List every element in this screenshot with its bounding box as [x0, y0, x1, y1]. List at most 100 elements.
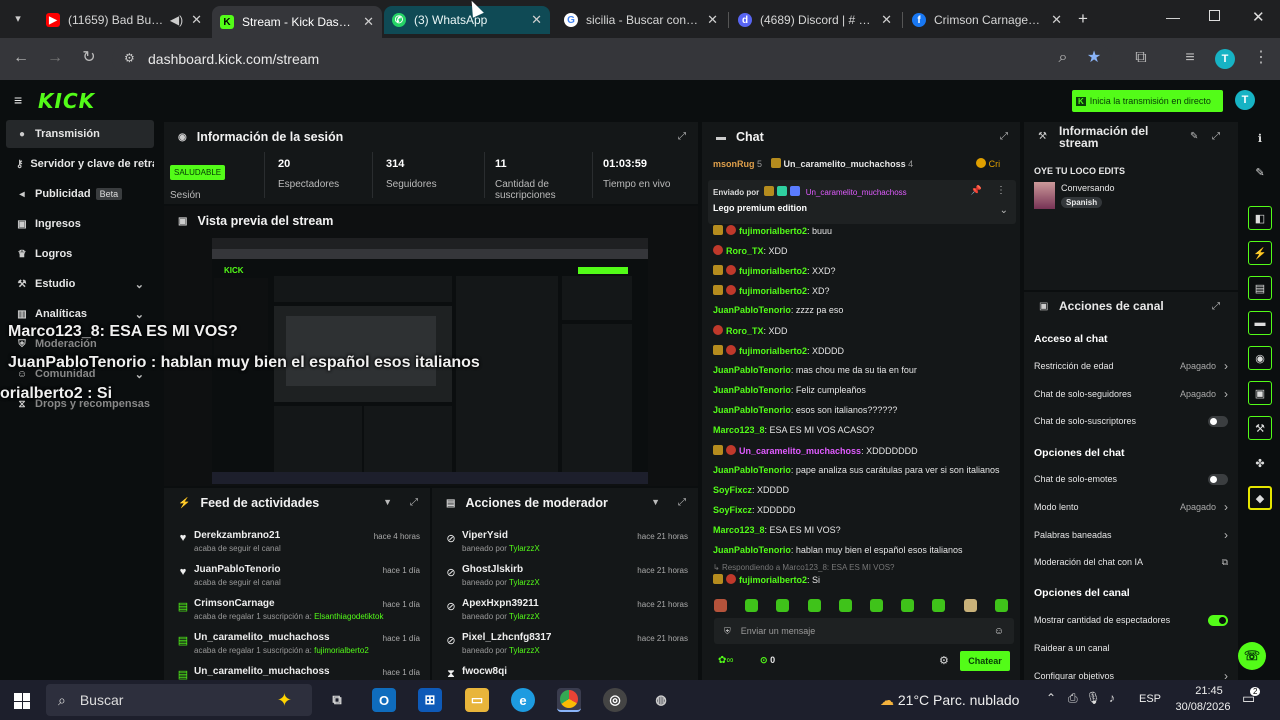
setting-row[interactable]: Mostrar cantidad de espectadores: [1034, 614, 1228, 626]
site-info-icon[interactable]: ⚙: [124, 51, 135, 65]
media-control-icon[interactable]: ≡: [1179, 48, 1201, 68]
hamburger-menu-icon[interactable]: ≡: [14, 92, 22, 108]
extensions-icon[interactable]: ⧉: [1130, 48, 1152, 68]
expand-icon[interactable]: ⤢: [1212, 301, 1220, 312]
emote-box-icon[interactable]: [838, 599, 852, 612]
diamond-icon[interactable]: ◆: [1248, 486, 1272, 510]
close-tab-icon[interactable]: ✕: [707, 12, 718, 28]
chat-username[interactable]: Un_caramelito_muchachoss: [739, 446, 861, 456]
expand-icon[interactable]: ⤢: [410, 497, 418, 508]
emote-cat-icon[interactable]: [714, 599, 727, 612]
sidebar-item-logros[interactable]: ♛ Logros: [6, 240, 154, 268]
setting-row[interactable]: Chat de solo-suscriptores: [1034, 415, 1228, 427]
list-icon[interactable]: ▤: [1248, 276, 1272, 300]
close-tab-icon[interactable]: ✕: [363, 14, 374, 30]
chat-username[interactable]: JuanPabloTenorio: [713, 545, 791, 555]
explorer-icon[interactable]: ▭: [465, 688, 489, 712]
obs-icon[interactable]: ◎: [603, 688, 627, 712]
close-tab-icon[interactable]: ✕: [881, 12, 892, 28]
setting-control[interactable]: Apagado ›: [1180, 387, 1228, 401]
info-icon[interactable]: ℹ: [1248, 126, 1272, 150]
close-window-button[interactable]: ✕: [1252, 8, 1265, 26]
edit-icon[interactable]: ✎: [1190, 131, 1198, 142]
emote-green-icon[interactable]: [776, 599, 790, 612]
windows-start-icon[interactable]: [14, 693, 30, 709]
go-live-button[interactable]: K Inicia la transmisión en directo: [1072, 90, 1223, 112]
pin-icon[interactable]: 📌: [971, 185, 982, 196]
chat-username[interactable]: JuanPabloTenorio: [713, 405, 791, 415]
bookmark-star-icon[interactable]: ★: [1083, 48, 1105, 68]
task-view-icon[interactable]: ⧉: [325, 688, 349, 712]
chat-username[interactable]: JuanPabloTenorio: [713, 365, 791, 375]
tab-youtube[interactable]: ▶ (11659) Bad Bunny ◀) ✕: [38, 6, 210, 34]
chrome-icon[interactable]: [557, 688, 581, 712]
emoji-icon[interactable]: ☺: [994, 626, 1004, 637]
reload-icon[interactable]: ↻: [78, 48, 100, 68]
chat-username[interactable]: fujimorialberto2: [739, 226, 807, 236]
wrench-icon[interactable]: ⚒: [1248, 416, 1272, 440]
sidebar-item-servidor[interactable]: ⚷Servidor y clave de retransmisión: [6, 150, 154, 178]
setting-row[interactable]: Chat de solo-seguidores Apagado ›: [1034, 387, 1228, 401]
edge-icon[interactable]: e: [511, 688, 535, 712]
setting-row[interactable]: Modo lento Apagado ›: [1034, 500, 1228, 514]
setting-row[interactable]: Raidear a un canal: [1034, 642, 1228, 654]
clock-time[interactable]: 21:45: [1183, 685, 1235, 697]
expand-icon[interactable]: ⤢: [1000, 131, 1008, 142]
chat-username[interactable]: Roro_TX: [726, 326, 764, 336]
tab-facebook[interactable]: f Crimson Carnage | Facebook ✕: [904, 6, 1070, 34]
send-chat-button[interactable]: Chatear: [960, 651, 1010, 671]
sidebar-item-publicidad[interactable]: ◂ Publicidad Beta: [6, 180, 154, 208]
chat-username[interactable]: fujimorialberto2: [739, 286, 807, 296]
chevron-down-icon[interactable]: ⌄: [1000, 205, 1008, 216]
forward-icon[interactable]: →: [44, 48, 66, 68]
emote-kick-icon[interactable]: [745, 599, 759, 612]
sidebar-item-transmision[interactable]: ● Transmisión: [6, 120, 154, 148]
toggle-switch[interactable]: [1208, 415, 1228, 427]
setting-control[interactable]: [1208, 473, 1228, 485]
setting-row[interactable]: Moderación del chat con IA ⧉: [1034, 556, 1228, 568]
chat-icon[interactable]: ▬: [1248, 311, 1272, 335]
tab-search-button[interactable]: ▾: [8, 9, 28, 29]
toggle-switch[interactable]: [1208, 614, 1228, 626]
pinned-message[interactable]: Enviado por Un_caramelito_muchachoss Leg…: [708, 180, 1016, 224]
bolt-icon[interactable]: ⚡: [1248, 241, 1272, 265]
setting-control[interactable]: Apagado ›: [1180, 500, 1228, 514]
chat-username[interactable]: SoyFixcz: [713, 505, 752, 515]
points-icon[interactable]: ✿∞: [718, 655, 734, 666]
chat-username[interactable]: JuanPabloTenorio: [713, 465, 791, 475]
session-widget-icon[interactable]: ◧: [1248, 206, 1272, 230]
filter-icon[interactable]: ▼: [383, 497, 392, 507]
kick-logo[interactable]: KICK: [38, 89, 95, 113]
chat-username[interactable]: fujimorialberto2: [739, 266, 807, 276]
emote-blob-icon[interactable]: [901, 599, 915, 612]
emote-face-icon[interactable]: [963, 599, 977, 612]
close-tab-icon[interactable]: ✕: [1051, 12, 1062, 28]
app-icon[interactable]: ◍: [649, 688, 673, 712]
clock-date[interactable]: 30/08/2026: [1165, 701, 1241, 713]
setting-control[interactable]: ›: [1224, 528, 1228, 542]
tab-whatsapp[interactable]: ✆ (3) WhatsApp ✕: [384, 6, 550, 34]
tray-icons[interactable]: ⎙🎙♪: [1068, 691, 1123, 706]
setting-row[interactable]: Restricción de edad Apagado ›: [1034, 359, 1228, 373]
notifications-icon[interactable]: ▭ 2: [1242, 687, 1261, 707]
profile-avatar[interactable]: T: [1215, 49, 1235, 69]
sidebar-item-ingresos[interactable]: ▣ Ingresos: [6, 210, 154, 238]
chat-username[interactable]: SoyFixcz: [713, 485, 752, 495]
tray-chevron-icon[interactable]: ⌃: [1046, 691, 1056, 705]
emote-leaf-icon[interactable]: [994, 599, 1008, 612]
chat-settings-icon[interactable]: ⚙: [939, 654, 949, 667]
support-icon[interactable]: ☏: [1238, 642, 1266, 670]
more-icon[interactable]: ⋮: [996, 185, 1006, 196]
setting-control[interactable]: Apagado ›: [1180, 359, 1228, 373]
video-icon[interactable]: ▣: [1248, 381, 1272, 405]
user-avatar[interactable]: T: [1235, 90, 1255, 110]
restore-button[interactable]: [1209, 10, 1220, 21]
expand-icon[interactable]: ⤢: [1212, 131, 1220, 142]
emote-skull-icon[interactable]: [807, 599, 821, 612]
chat-username[interactable]: JuanPabloTenorio: [713, 305, 791, 315]
filter-icon[interactable]: ▼: [651, 497, 660, 507]
close-tab-icon[interactable]: ✕: [531, 12, 542, 28]
weather-widget[interactable]: ☁ 21°C Parc. nublado: [880, 692, 1019, 709]
expand-icon[interactable]: ⤢: [678, 131, 686, 142]
sidebar-item-estudio[interactable]: ⚒ Estudio ⌄: [6, 270, 154, 298]
